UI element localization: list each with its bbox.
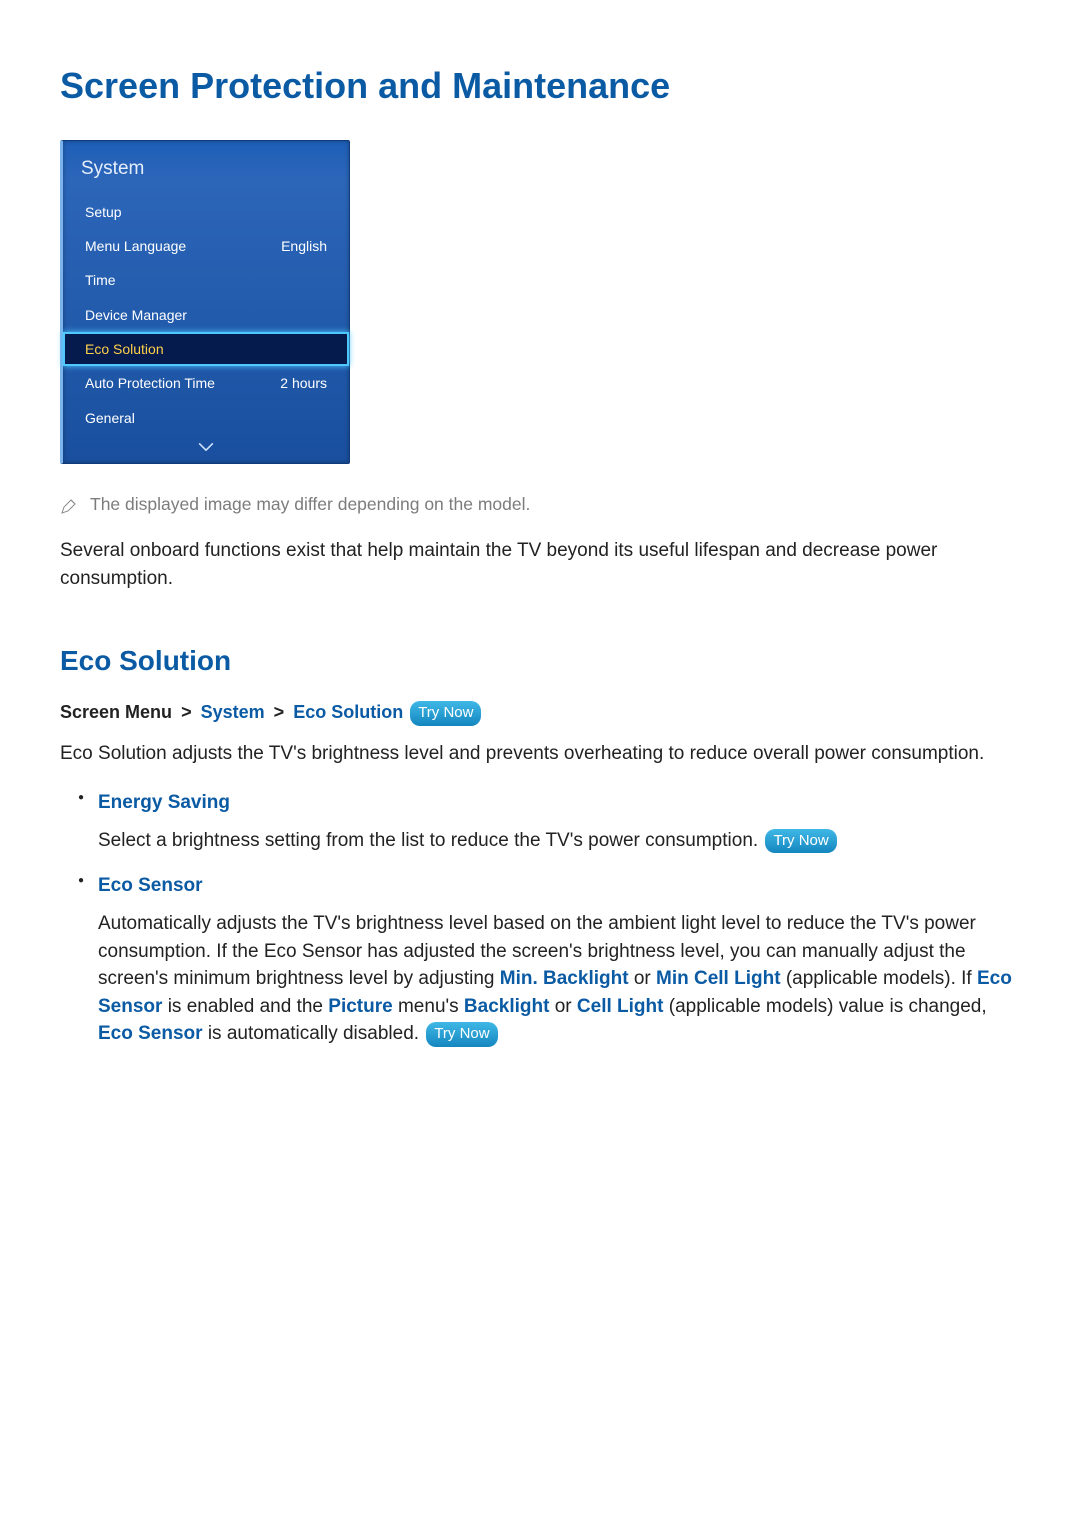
- pencil-icon: [60, 497, 76, 513]
- menu-row-device-manager[interactable]: Device Manager: [63, 298, 349, 332]
- chevron-down-icon[interactable]: [63, 435, 349, 463]
- keyword-picture: Picture: [328, 996, 392, 1017]
- menu-row-auto-protection-time[interactable]: Auto Protection Time 2 hours: [63, 366, 349, 400]
- menu-value: 2 hours: [280, 373, 327, 393]
- system-menu-panel: System Setup Menu Language English Time …: [60, 140, 350, 464]
- breadcrumb-sep: >: [177, 702, 196, 722]
- menu-label: General: [85, 408, 135, 428]
- feature-name: Eco Sensor: [98, 872, 1020, 900]
- menu-label: Device Manager: [85, 305, 187, 325]
- feature-text: (applicable models) value is changed,: [663, 996, 986, 1017]
- breadcrumb-item-system[interactable]: System: [201, 702, 265, 722]
- keyword-backlight: Backlight: [464, 996, 550, 1017]
- feature-desc: Select a brightness setting from the lis…: [98, 827, 1020, 855]
- feature-text: (applicable models). If: [781, 968, 977, 989]
- menu-row-time[interactable]: Time: [63, 263, 349, 297]
- feature-text: is automatically disabled.: [203, 1023, 425, 1044]
- try-now-button[interactable]: Try Now: [426, 1022, 497, 1047]
- menu-heading: System: [63, 141, 349, 195]
- menu-row-menu-language[interactable]: Menu Language English: [63, 229, 349, 263]
- breadcrumb-root: Screen Menu: [60, 702, 172, 722]
- model-note: The displayed image may differ depending…: [60, 492, 1020, 517]
- try-now-button[interactable]: Try Now: [410, 701, 481, 726]
- breadcrumb: Screen Menu > System > Eco Solution Try …: [60, 699, 1020, 726]
- keyword-min-backlight: Min. Backlight: [500, 968, 629, 989]
- menu-label: Setup: [85, 202, 122, 222]
- feature-name: Energy Saving: [98, 789, 1020, 817]
- breadcrumb-sep: >: [270, 702, 289, 722]
- menu-row-general[interactable]: General: [63, 401, 349, 435]
- feature-text: or: [549, 996, 576, 1017]
- section-title: Eco Solution: [60, 641, 1020, 682]
- feature-text: Select a brightness setting from the lis…: [98, 830, 763, 851]
- feature-text: menu's: [393, 996, 464, 1017]
- try-now-button[interactable]: Try Now: [765, 829, 836, 854]
- feature-text: or: [629, 968, 656, 989]
- menu-label: Eco Solution: [85, 339, 164, 359]
- feature-energy-saving: Energy Saving Select a brightness settin…: [60, 789, 1020, 854]
- menu-label: Menu Language: [85, 236, 186, 256]
- keyword-min-cell-light: Min Cell Light: [656, 968, 781, 989]
- menu-value: English: [281, 236, 327, 256]
- note-text: The displayed image may differ depending…: [90, 492, 530, 517]
- intro-paragraph: Several onboard functions exist that hel…: [60, 537, 1020, 592]
- menu-label: Time: [85, 270, 116, 290]
- section-paragraph: Eco Solution adjusts the TV's brightness…: [60, 740, 1020, 768]
- feature-text: is enabled and the: [162, 996, 328, 1017]
- feature-list: Energy Saving Select a brightness settin…: [60, 789, 1020, 1047]
- breadcrumb-item-eco-solution[interactable]: Eco Solution: [293, 702, 403, 722]
- feature-desc: Automatically adjusts the TV's brightnes…: [98, 910, 1020, 1048]
- page-title: Screen Protection and Maintenance: [60, 60, 1020, 112]
- menu-row-eco-solution[interactable]: Eco Solution: [63, 332, 349, 366]
- menu-row-setup[interactable]: Setup: [63, 195, 349, 229]
- menu-label: Auto Protection Time: [85, 373, 215, 393]
- feature-eco-sensor: Eco Sensor Automatically adjusts the TV'…: [60, 872, 1020, 1047]
- keyword-cell-light: Cell Light: [577, 996, 664, 1017]
- keyword-eco-sensor: Eco Sensor: [98, 1023, 203, 1044]
